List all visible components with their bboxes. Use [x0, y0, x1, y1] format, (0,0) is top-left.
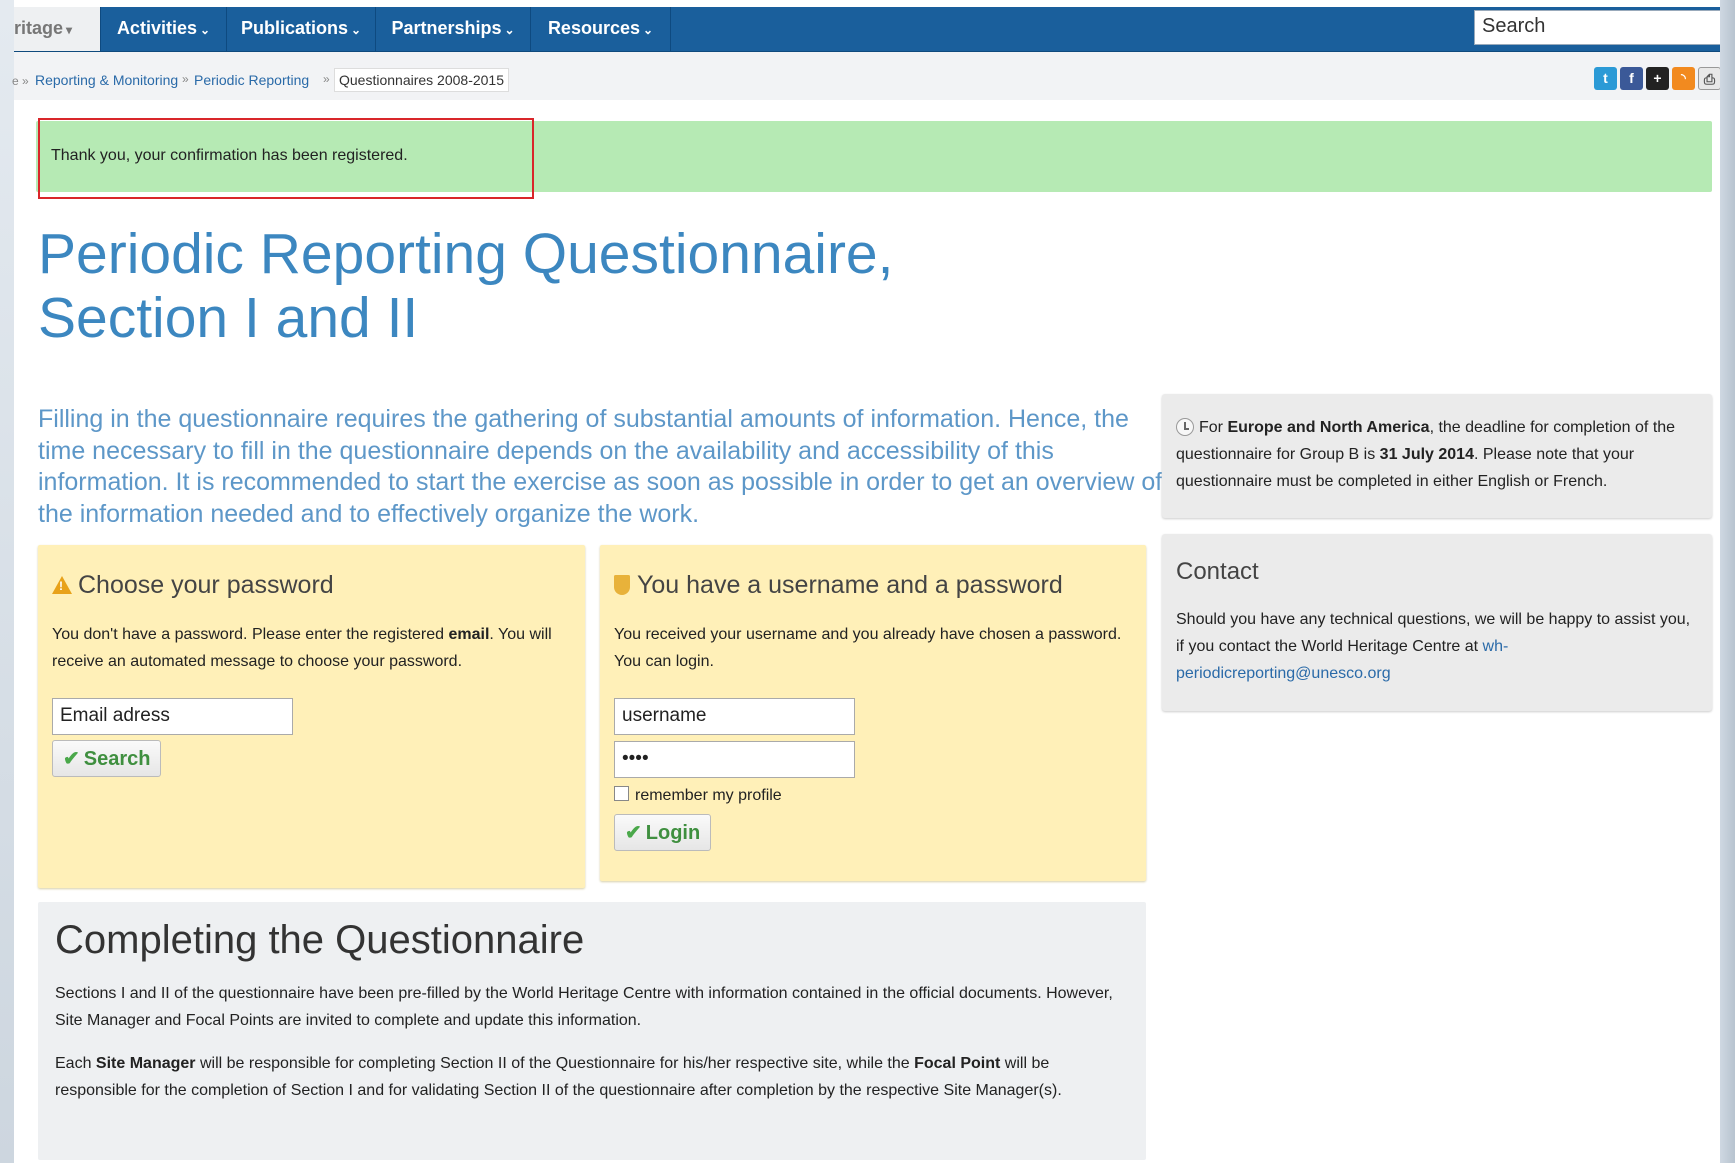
check-icon: ✔ [63, 748, 80, 770]
intro-text: Filling in the questionnaire requires th… [38, 405, 1163, 528]
chevron-down-icon: ⌄ [350, 23, 362, 37]
remember-checkbox[interactable] [614, 786, 629, 801]
breadcrumb-separator: » [182, 72, 189, 86]
breadcrumb: e » Reporting & Monitoring » Periodic Re… [12, 52, 1735, 100]
nav-item-label: Activities [116, 18, 197, 38]
breadcrumb-item-periodic[interactable]: Periodic Reporting [194, 72, 309, 88]
window-edge [1720, 0, 1735, 1163]
completing-section: Completing the Questionnaire Sections I … [38, 902, 1146, 1160]
facebook-icon[interactable]: f [1620, 67, 1643, 90]
page-title-line2: Section I and II [38, 286, 419, 350]
completing-paragraph-2: Each Site Manager will be responsible fo… [55, 1050, 1135, 1104]
deadline-date: 31 July 2014 [1379, 446, 1474, 463]
login-title: You have a username and a password [614, 571, 1063, 600]
search-button-label: Search [83, 748, 151, 770]
login-button-label: Login [645, 822, 701, 844]
contact-body: Should you have any technical questions,… [1176, 611, 1691, 655]
choose-password-text: You don't have a password. Please enter … [52, 621, 572, 675]
check-icon: ✔ [625, 822, 642, 844]
print-icon[interactable]: ⎙ [1698, 67, 1721, 90]
nav-item-partnerships[interactable]: Partnerships ⌄ [376, 7, 531, 51]
login-button[interactable]: ✔ Login [614, 814, 712, 851]
confirmation-text: Thank you, your confirmation has been re… [51, 147, 408, 164]
breadcrumb-separator: e » [12, 74, 29, 88]
shield-icon [614, 575, 630, 595]
twitter-icon[interactable]: t [1594, 67, 1617, 90]
choose-password-text-bold: email [448, 626, 490, 643]
login-text: You received your username and you alrea… [614, 626, 1122, 670]
password-field[interactable]: •••• [614, 741, 855, 778]
login-title-text: You have a username and a password [637, 571, 1063, 599]
nav-item-label: ritage [14, 18, 64, 38]
chevron-down-icon: ⌄ [643, 23, 654, 37]
warning-icon [52, 576, 72, 594]
rss-icon[interactable]: ◝ [1672, 67, 1695, 90]
addthis-icon[interactable]: + [1646, 67, 1669, 90]
deadline-notice: For Europe and North America, the deadli… [1162, 394, 1712, 518]
nav-item-label: Publications [240, 18, 348, 38]
contact-box: Contact Should you have any technical qu… [1162, 534, 1712, 711]
choose-password-title: Choose your password [52, 571, 334, 600]
contact-title: Contact [1176, 558, 1259, 585]
breadcrumb-separator: » [323, 72, 330, 86]
deadline-prefix: For [1199, 419, 1228, 436]
completing-p2-d: Focal Point [914, 1055, 1001, 1072]
deadline-region: Europe and North America [1227, 419, 1430, 436]
chevron-down-icon: ⌄ [199, 23, 211, 37]
deadline-text: For Europe and North America, the deadli… [1176, 414, 1701, 495]
login-box: You have a username and a password You r… [600, 545, 1146, 881]
completing-paragraph-1: Sections I and II of the questionnaire h… [55, 985, 1113, 1029]
choose-password-title-text: Choose your password [78, 571, 334, 599]
nav-item-heritage[interactable]: ritage ▾ [14, 7, 101, 51]
nav-item-label: Partnerships [391, 18, 502, 38]
completing-p2-b: Site Manager [95, 1055, 196, 1072]
chevron-down-icon: ▾ [66, 23, 73, 37]
breadcrumb-item-reporting[interactable]: Reporting & Monitoring [35, 72, 178, 88]
page-title-line1: Periodic Reporting Questionnaire, [38, 222, 894, 286]
page: ritage ▾ Activities ⌄ Publications ⌄ Partne… [12, 0, 1735, 1163]
nav-item-activities[interactable]: Activities ⌄ [101, 7, 227, 51]
completing-title: Completing the Questionnaire [55, 918, 585, 962]
nav-item-label: Resources [547, 18, 640, 38]
email-field[interactable]: Email adress [52, 698, 293, 735]
page-title: Periodic Reporting Questionnaire, Sectio… [38, 222, 938, 350]
nav-item-resources[interactable]: Resources ⌄ [531, 7, 671, 51]
username-field[interactable]: username [614, 698, 855, 735]
top-navigation: ritage ▾ Activities ⌄ Publications ⌄ Partne… [14, 7, 1735, 52]
chevron-down-icon: ⌄ [504, 23, 515, 37]
choose-password-box: Choose your password You don't have a pa… [38, 545, 585, 888]
choose-password-text-a: You don't have a password. Please enter … [52, 626, 449, 643]
nav-item-publications[interactable]: Publications ⌄ [227, 7, 376, 51]
clock-icon [1176, 418, 1194, 436]
completing-p2-a: Each [55, 1055, 96, 1072]
search-button[interactable]: ✔ Search [52, 740, 162, 777]
contact-text: Should you have any technical questions,… [1176, 606, 1701, 687]
search-input[interactable]: Search [1474, 10, 1726, 45]
remember-label: remember my profile [635, 787, 782, 804]
breadcrumb-current: Questionnaires 2008-2015 [334, 68, 510, 92]
remember-profile[interactable]: remember my profile [614, 786, 782, 805]
completing-p2-c: will be responsible for completing Secti… [195, 1055, 915, 1072]
page-background-left [0, 0, 14, 1163]
